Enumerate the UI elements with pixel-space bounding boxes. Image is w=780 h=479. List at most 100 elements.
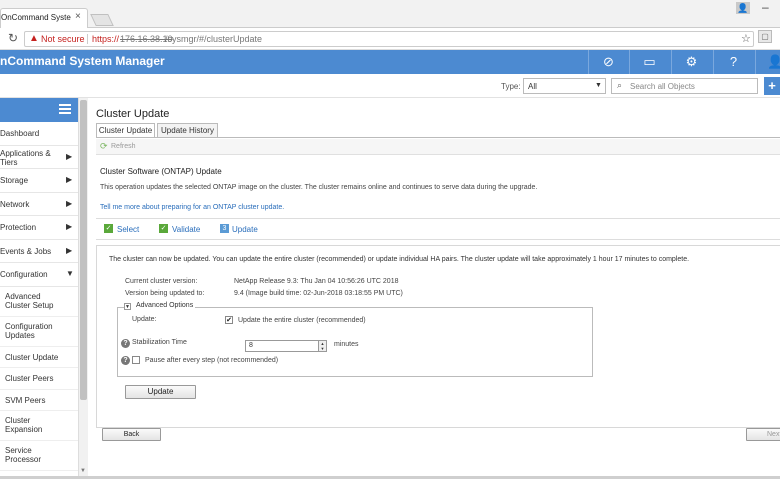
- update-button[interactable]: Update: [125, 385, 196, 399]
- type-select-value: All: [528, 82, 537, 91]
- sidebar-subitem-label: Service Processor: [5, 446, 42, 464]
- advanced-options-box: ▼ Advanced Options Update: ✔ Update the …: [117, 302, 593, 377]
- reload-icon[interactable]: ↻: [8, 31, 18, 45]
- section-title: Cluster Software (ONTAP) Update: [100, 167, 222, 176]
- sidebar-subitem-svm-peers[interactable]: SVM Peers: [0, 390, 78, 411]
- security-label[interactable]: Not secure: [41, 34, 85, 44]
- sidebar-subitem-cluster-update[interactable]: Cluster Update: [0, 347, 78, 368]
- app-header: nCommand System Manager ⊘ ▭ ⚙ ? 👤: [0, 50, 780, 74]
- toolbar: ⟳ Refresh: [96, 139, 780, 155]
- stabilization-time-stepper[interactable]: ▲ ▼: [318, 340, 327, 352]
- advanced-options-legend[interactable]: ▼ Advanced Options: [124, 302, 196, 310]
- sidebar-subitem-label: SVM Peers: [5, 395, 46, 405]
- browser-profile-icon[interactable]: 👤: [736, 2, 750, 14]
- sidebar-subitem-advanced-cluster-setup[interactable]: Advanced Cluster Setup: [0, 287, 78, 317]
- extension-icon[interactable]: ▢: [758, 30, 772, 43]
- advanced-options-label: Advanced Options: [136, 302, 194, 309]
- step-update[interactable]: Update: [232, 225, 258, 234]
- app-title: nCommand System Manager: [0, 54, 165, 68]
- sidebar-subitem-service-processor[interactable]: Service Processor: [0, 441, 78, 471]
- sidebar-item-storage[interactable]: Storage ▶: [0, 169, 78, 193]
- pause-after-step-checkbox[interactable]: [132, 356, 140, 364]
- user-icon[interactable]: 👤: [755, 50, 780, 74]
- menu-toggle[interactable]: [0, 98, 78, 122]
- step-validate[interactable]: Validate: [172, 225, 200, 234]
- search-input[interactable]: [630, 81, 750, 92]
- minimize-icon[interactable]: –: [762, 0, 769, 14]
- address-bar: ↻ ▲ Not secure https:// 176.16.38.10 /sy…: [0, 28, 780, 50]
- sidebar-item-applications[interactable]: Applications & Tiers ▶: [0, 146, 78, 169]
- sidebar-item-label: Configuration: [0, 270, 48, 279]
- url-path: /sysmgr/#/clusterUpdate: [165, 34, 263, 44]
- chevron-right-icon: ▶: [66, 198, 73, 208]
- page-title: Cluster Update: [96, 108, 170, 120]
- search-box[interactable]: ⌕: [611, 78, 758, 94]
- gear-icon[interactable]: ⚙: [671, 50, 711, 74]
- update-entire-cluster-checkbox[interactable]: ✔: [225, 316, 233, 324]
- browser-tab-bar: OnCommand System Ma × 👤 –: [0, 0, 780, 28]
- target-version-value: 9.4 (Image build time: 02-Jun-2018 03:18…: [234, 290, 403, 297]
- tab-close-icon[interactable]: ×: [75, 11, 81, 22]
- stabilization-time-input[interactable]: 8: [245, 340, 319, 352]
- sidebar-item-events-jobs[interactable]: Events & Jobs ▶: [0, 240, 78, 263]
- compass-icon[interactable]: ⊘: [588, 50, 628, 74]
- chat-icon[interactable]: ▭: [629, 50, 669, 74]
- url-protocol: https://: [92, 34, 120, 44]
- sidebar-item-label: Network: [0, 199, 30, 209]
- wizard-steps: ✓ Select ✓ Validate 3 Update: [96, 218, 780, 240]
- bookmark-star-icon[interactable]: ☆: [741, 32, 751, 45]
- check-icon: ✓: [159, 224, 168, 233]
- url-divider: [87, 34, 88, 44]
- sidebar-scrollbar-thumb[interactable]: [80, 100, 87, 400]
- step-number-icon: 3: [220, 224, 229, 233]
- help-icon[interactable]: ?: [121, 339, 130, 348]
- chevron-right-icon: ▶: [66, 151, 73, 161]
- update-scope-label: Update:: [132, 316, 157, 323]
- browser-tab[interactable]: OnCommand System Ma ×: [0, 8, 88, 28]
- add-button[interactable]: +: [764, 77, 780, 95]
- type-select[interactable]: All ▼: [523, 78, 606, 94]
- collapse-toggle-icon[interactable]: ▼: [124, 303, 131, 310]
- current-version-value: NetApp Release 9.3: Thu Jan 04 10:56:26 …: [234, 278, 399, 285]
- help-icon[interactable]: ?: [713, 50, 753, 74]
- url-field[interactable]: ▲ Not secure https:// 176.16.38.10 /sysm…: [24, 31, 754, 47]
- search-icon: ⌕: [617, 80, 623, 90]
- tab-cluster-update[interactable]: Cluster Update: [96, 123, 155, 138]
- warning-icon[interactable]: ▲: [29, 33, 39, 44]
- sidebar-subitem-cluster-peers[interactable]: Cluster Peers: [0, 368, 78, 390]
- sidebar-item-label: Applications & Tiers: [0, 148, 51, 167]
- sidebar-item-network[interactable]: Network ▶: [0, 193, 78, 216]
- sidebar-subitem-configuration-updates[interactable]: Configuration Updates: [0, 317, 78, 347]
- sidebar-item-configuration[interactable]: Configuration ▼: [0, 263, 78, 287]
- chevron-right-icon: ▶: [66, 222, 73, 231]
- sidebar-subitem-label: Cluster Expansion: [5, 416, 43, 434]
- help-icon[interactable]: ?: [121, 356, 130, 365]
- sidebar-item-label: Dashboard: [0, 129, 40, 138]
- refresh-button[interactable]: Refresh: [111, 143, 136, 150]
- target-version-label: Version being updated to:: [125, 290, 205, 297]
- sidebar-item-dashboard[interactable]: Dashboard: [0, 122, 78, 146]
- back-button[interactable]: Back: [102, 428, 161, 441]
- chevron-down-icon: ▼: [66, 269, 74, 278]
- sidebar-subitem-cluster-expansion[interactable]: Cluster Expansion: [0, 411, 78, 441]
- chevron-down-icon: ▼: [595, 82, 602, 89]
- refresh-icon[interactable]: ⟳: [100, 141, 108, 152]
- sidebar-item-protection[interactable]: Protection ▶: [0, 216, 78, 240]
- hamburger-icon[interactable]: [59, 104, 71, 106]
- next-button[interactable]: Next: [746, 428, 780, 441]
- update-panel: The cluster can now be updated. You can …: [96, 245, 780, 428]
- scroll-down-icon[interactable]: ▼: [80, 468, 86, 474]
- stabilization-time-label: Stabilization Time: [132, 339, 187, 346]
- tab-update-history[interactable]: Update History: [157, 123, 218, 138]
- sidebar-subitem-label: Advanced Cluster Setup: [5, 291, 54, 310]
- tell-me-more-link[interactable]: Tell me more about preparing for an ONTA…: [100, 204, 284, 211]
- new-tab-button[interactable]: [90, 14, 114, 26]
- step-select[interactable]: Select: [117, 225, 139, 234]
- sidebar-subitem-label: Cluster Update: [5, 352, 59, 362]
- sidebar-item-label: Storage: [0, 176, 29, 185]
- chevron-right-icon: ▶: [66, 245, 73, 255]
- browser-tab-title: OnCommand System Ma: [1, 13, 71, 22]
- ready-message: The cluster can now be updated. You can …: [109, 256, 690, 263]
- tab-divider: [96, 137, 780, 138]
- check-icon: ✓: [104, 224, 113, 233]
